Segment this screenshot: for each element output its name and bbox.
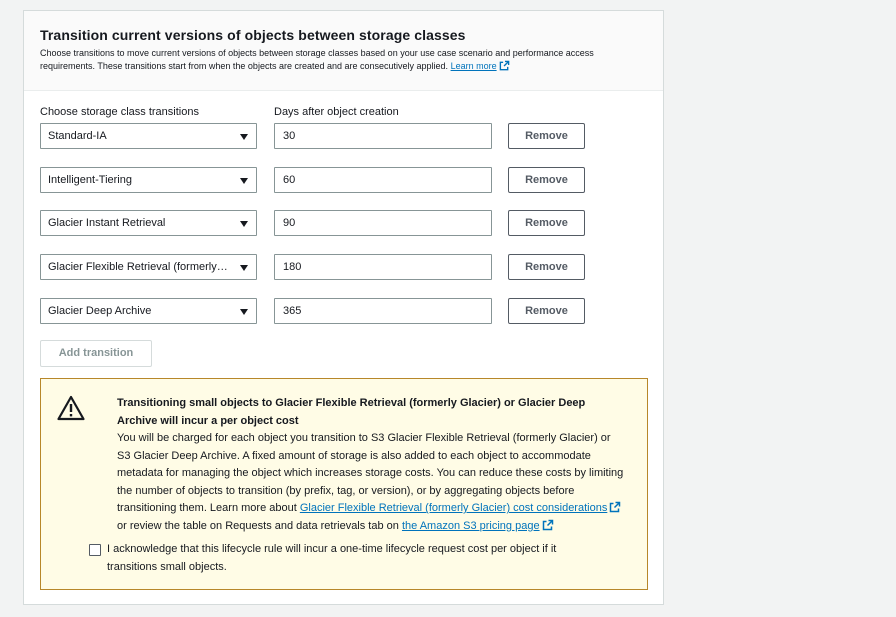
days-input-5[interactable] (274, 298, 492, 324)
remove-button-5[interactable]: Remove (508, 298, 585, 324)
storage-class-value: Glacier Flexible Retrieval (formerly Gla… (48, 261, 228, 273)
caret-down-icon (240, 221, 248, 227)
panel-header: Transition current versions of objects b… (24, 11, 663, 91)
acknowledge-checkbox[interactable] (89, 544, 101, 556)
warning-title: Transitioning small objects to Glacier F… (117, 397, 586, 427)
storage-class-select-4[interactable]: Glacier Flexible Retrieval (formerly Gla… (40, 254, 257, 280)
storage-class-select-5[interactable]: Glacier Deep Archive (40, 298, 257, 324)
warning-body: You will be charged for each object you … (117, 430, 627, 536)
storage-class-value: Intelligent-Tiering (48, 174, 132, 186)
warning-middle-text: or review the table on Requests and data… (117, 519, 399, 532)
transition-panel: Transition current versions of objects b… (23, 10, 664, 605)
storage-class-select-2[interactable]: Intelligent-Tiering (40, 167, 257, 193)
caret-down-icon (240, 134, 248, 140)
pricing-page-link[interactable]: the Amazon S3 pricing page (402, 520, 540, 532)
section-title: Transition current versions of objects b… (40, 27, 466, 43)
storage-class-column-label: Choose storage class transitions (40, 106, 199, 118)
caret-down-icon (240, 265, 248, 271)
external-link-icon (542, 519, 553, 531)
storage-class-value: Glacier Instant Retrieval (48, 217, 166, 229)
warning-icon (57, 395, 85, 421)
section-description: Choose transitions to move current versi… (40, 47, 640, 73)
storage-class-select-1[interactable]: Standard-IA (40, 123, 257, 149)
description-text: Choose transitions to move current versi… (40, 48, 594, 71)
acknowledge-label[interactable]: I acknowledge that this lifecycle rule w… (107, 540, 607, 576)
external-link-icon (499, 60, 509, 71)
caret-down-icon (240, 178, 248, 184)
warning-alert: Transitioning small objects to Glacier F… (40, 378, 648, 590)
days-input-1[interactable] (274, 123, 492, 149)
add-transition-button[interactable]: Add transition (40, 340, 152, 367)
glacier-cost-link[interactable]: Glacier Flexible Retrieval (formerly Gla… (300, 502, 607, 514)
days-column-label: Days after object creation (274, 106, 399, 118)
storage-class-select-3[interactable]: Glacier Instant Retrieval (40, 210, 257, 236)
learn-more-link[interactable]: Learn more (451, 61, 497, 71)
days-input-4[interactable] (274, 254, 492, 280)
caret-down-icon (240, 309, 248, 315)
remove-button-2[interactable]: Remove (508, 167, 585, 193)
storage-class-value: Standard-IA (48, 130, 107, 142)
remove-button-4[interactable]: Remove (508, 254, 585, 280)
remove-button-1[interactable]: Remove (508, 123, 585, 149)
external-link-icon (610, 502, 621, 513)
remove-button-3[interactable]: Remove (508, 210, 585, 236)
days-input-3[interactable] (274, 210, 492, 236)
days-input-2[interactable] (274, 167, 492, 193)
storage-class-value: Glacier Deep Archive (48, 305, 152, 317)
